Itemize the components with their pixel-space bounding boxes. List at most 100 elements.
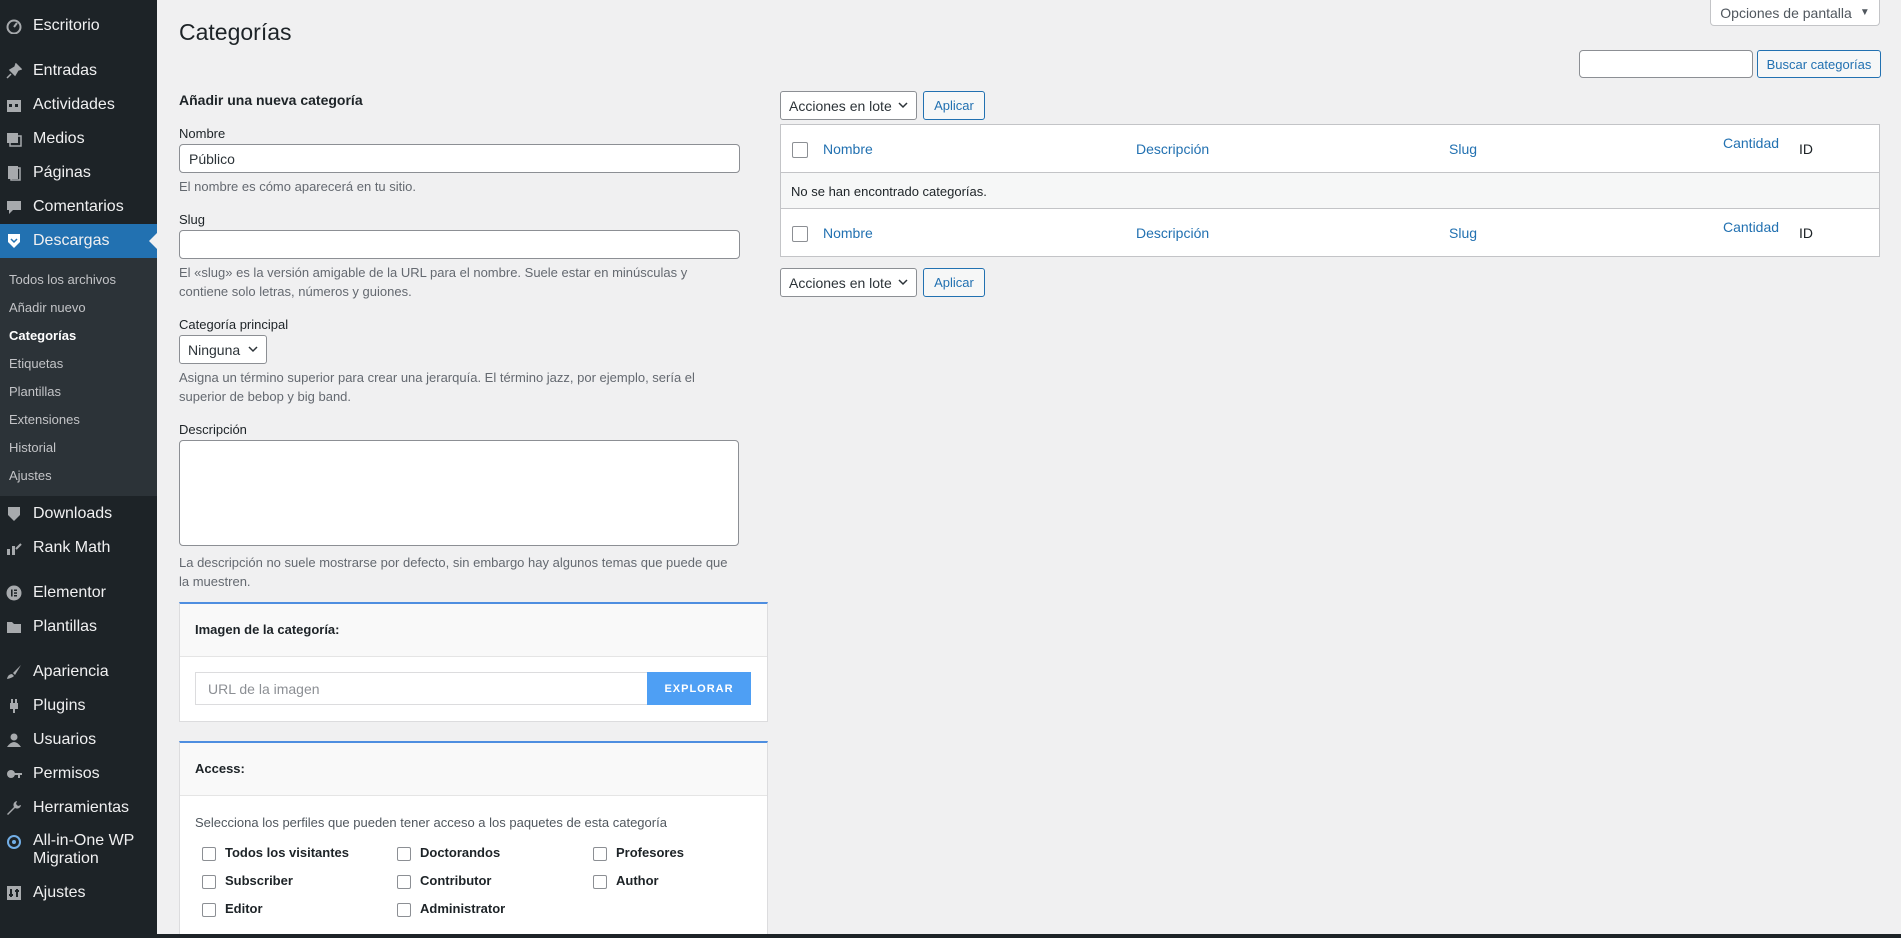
name-label: Nombre xyxy=(179,126,226,141)
select-all-checkbox[interactable] xyxy=(792,142,808,158)
role-checkbox-editor[interactable] xyxy=(202,903,216,917)
descargas-submenu: Todos los archivos Añadir nuevo Categorí… xyxy=(0,258,157,496)
bulk-actions-select-bottom[interactable]: Acciones en lote xyxy=(780,268,917,297)
menu-item-actividades[interactable]: Actividades xyxy=(0,88,157,122)
apply-button-bottom[interactable]: Aplicar xyxy=(923,268,985,297)
column-nombre[interactable]: Nombre xyxy=(823,141,873,157)
role-checkbox-profesores[interactable] xyxy=(593,847,607,861)
user-icon xyxy=(6,732,22,748)
submenu-todos-los-archivos[interactable]: Todos los archivos xyxy=(9,272,116,287)
screen-options-button[interactable]: Opciones de pantalla ▼ xyxy=(1710,0,1880,26)
chart-icon xyxy=(6,540,22,556)
submenu-historial[interactable]: Historial xyxy=(9,440,56,455)
column-nombre-footer[interactable]: Nombre xyxy=(823,225,873,241)
column-id: ID xyxy=(1799,141,1813,157)
submenu-anadir-nuevo[interactable]: Añadir nuevo xyxy=(9,300,86,315)
slug-hint: El «slug» es la versión amigable de la U… xyxy=(179,265,688,299)
description-label: Descripción xyxy=(179,422,247,437)
menu-item-medios[interactable]: Medios xyxy=(0,122,157,156)
media-icon xyxy=(6,131,22,147)
column-cantidad-footer[interactable]: Cantidad xyxy=(1723,219,1779,235)
explore-button[interactable]: EXPLORAR xyxy=(647,672,751,705)
download-icon xyxy=(6,506,22,522)
role-checkbox-todos-los-visitantes[interactable] xyxy=(202,847,216,861)
select-all-checkbox-footer[interactable] xyxy=(792,226,808,242)
menu-item-plugins[interactable]: Plugins xyxy=(0,689,157,723)
chevron-down-icon xyxy=(248,346,258,353)
image-url-input[interactable]: URL de la imagen xyxy=(195,672,648,705)
menu-item-all-in-one-wp-migration[interactable]: All-in-One WP Migration xyxy=(0,830,157,870)
menu-item-herramientas[interactable]: Herramientas xyxy=(0,791,157,825)
table-footer: Nombre Descripción Slug Cantidad ID xyxy=(781,209,1879,257)
no-items-message: No se han encontrado categorías. xyxy=(791,184,987,199)
column-descripcion-footer[interactable]: Descripción xyxy=(1136,225,1209,241)
menu-item-elementor[interactable]: Elementor xyxy=(0,576,157,610)
plugin-icon xyxy=(6,698,22,714)
description-textarea[interactable] xyxy=(179,440,739,546)
category-image-title: Imagen de la categoría: xyxy=(195,622,340,637)
category-image-card: Imagen de la categoría: URL de la imagen… xyxy=(179,602,768,722)
role-checkbox-doctorandos[interactable] xyxy=(397,847,411,861)
name-field[interactable]: Público xyxy=(179,144,740,173)
page-icon xyxy=(6,165,22,181)
chevron-down-icon xyxy=(898,102,908,109)
access-card: Access: Selecciona los perfiles que pued… xyxy=(179,741,768,938)
column-cantidad[interactable]: Cantidad xyxy=(1723,135,1779,151)
access-description: Selecciona los perfiles que pueden tener… xyxy=(195,815,667,830)
menu-item-entradas[interactable]: Entradas xyxy=(0,54,157,88)
dashboard-icon xyxy=(6,18,22,34)
menu-item-escritorio[interactable]: Escritorio xyxy=(0,9,157,43)
apply-button-top[interactable]: Aplicar xyxy=(923,91,985,120)
role-checkbox-author[interactable] xyxy=(593,875,607,889)
key-icon xyxy=(6,766,22,782)
settings-icon xyxy=(6,885,22,901)
wrench-icon xyxy=(6,800,22,816)
role-checkbox-administrator[interactable] xyxy=(397,903,411,917)
submenu-extensiones[interactable]: Extensiones xyxy=(9,412,80,427)
bulk-actions-select-top[interactable]: Acciones en lote xyxy=(780,91,917,120)
menu-item-comentarios[interactable]: Comentarios xyxy=(0,190,157,224)
download-icon xyxy=(6,233,22,249)
menu-item-apariencia[interactable]: Apariencia xyxy=(0,655,157,689)
table-header: Nombre Descripción Slug Cantidad ID xyxy=(781,125,1879,173)
table-row: No se han encontrado categorías. xyxy=(781,173,1879,209)
submenu-categorias[interactable]: Categorías xyxy=(9,328,76,343)
add-category-heading: Añadir una nueva categoría xyxy=(179,92,363,108)
elementor-icon xyxy=(6,585,22,601)
folder-icon xyxy=(6,619,22,635)
chevron-down-icon xyxy=(898,279,908,286)
column-descripcion[interactable]: Descripción xyxy=(1136,141,1209,157)
slug-label: Slug xyxy=(179,212,206,227)
admin-sidebar: Escritorio Entradas Actividades Medios P… xyxy=(0,0,157,938)
categories-table: Nombre Descripción Slug Cantidad ID No s… xyxy=(780,124,1880,257)
submenu-etiquetas[interactable]: Etiquetas xyxy=(9,356,63,371)
search-input[interactable] xyxy=(1579,50,1753,78)
parent-category-hint: Asigna un término superior para crear un… xyxy=(179,370,695,404)
taskbar-edge xyxy=(0,934,1901,938)
submenu-ajustes[interactable]: Ajustes xyxy=(9,468,52,483)
role-checkbox-subscriber[interactable] xyxy=(202,875,216,889)
role-checkbox-contributor[interactable] xyxy=(397,875,411,889)
submenu-plantillas[interactable]: Plantillas xyxy=(9,384,61,399)
menu-item-plantillas[interactable]: Plantillas xyxy=(0,610,157,644)
access-title: Access: xyxy=(195,761,245,776)
brush-icon xyxy=(6,664,22,680)
parent-category-select[interactable]: Ninguna xyxy=(179,335,267,364)
menu-item-ajustes[interactable]: Ajustes xyxy=(0,876,157,910)
menu-item-rank-math[interactable]: Rank Math xyxy=(0,531,157,565)
pin-icon xyxy=(6,63,22,79)
slug-field[interactable] xyxy=(179,230,740,259)
menu-item-descargas[interactable]: Descargas xyxy=(0,224,157,258)
menu-item-usuarios[interactable]: Usuarios xyxy=(0,723,157,757)
migration-icon xyxy=(6,834,22,850)
calendar-icon xyxy=(6,97,22,113)
column-id-footer: ID xyxy=(1799,225,1813,241)
menu-item-permisos[interactable]: Permisos xyxy=(0,757,157,791)
column-slug[interactable]: Slug xyxy=(1449,141,1477,157)
page-title: Categorías xyxy=(179,19,292,45)
column-slug-footer[interactable]: Slug xyxy=(1449,225,1477,241)
search-categories-button[interactable]: Buscar categorías xyxy=(1757,50,1881,78)
menu-item-paginas[interactable]: Páginas xyxy=(0,156,157,190)
menu-item-downloads[interactable]: Downloads xyxy=(0,497,157,531)
parent-category-label: Categoría principal xyxy=(179,317,289,332)
